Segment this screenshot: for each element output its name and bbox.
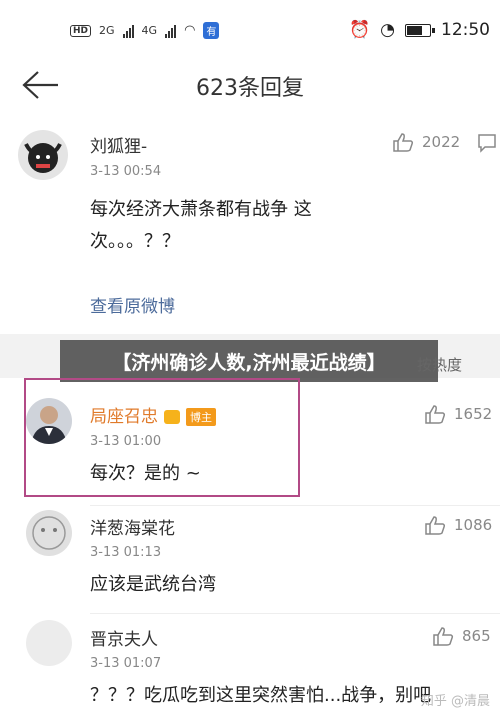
watermark: 知乎 @清晨 (420, 694, 490, 709)
alarm-icon: ⏰ (348, 20, 371, 40)
like-count: 865 (462, 627, 491, 645)
thumbs-up-icon (433, 627, 454, 646)
battery-icon (405, 23, 435, 37)
comment-text-line-1: 每次经济大萧条都有战争 这 (90, 199, 312, 220)
highlight-box (24, 378, 300, 497)
thumbs-up-icon (425, 405, 446, 424)
signal-icon-2 (165, 24, 177, 38)
comment-time: 3-13 01:07 (90, 656, 162, 671)
status-bar: HD 2G 4G ◠ 有 ⏰ ◔ 12:50 (0, 0, 500, 60)
like-count: 2022 (422, 133, 461, 151)
status-right: ⏰ ◔ 12:50 (349, 20, 490, 40)
divider (90, 505, 500, 506)
like-button[interactable]: 865 (432, 626, 491, 646)
bull-avatar-icon (24, 143, 62, 173)
divider (90, 613, 500, 614)
page-title: 623条回复 (196, 76, 304, 101)
comment-text-line-2: 次。。。？？ (90, 231, 180, 252)
hd-indicator: HD (70, 24, 92, 37)
thumbs-up-icon (425, 516, 446, 535)
comment-text: 应该是武统台湾 (90, 574, 216, 595)
author-name[interactable]: 洋葱海棠花 (90, 514, 175, 539)
avatar[interactable] (18, 130, 68, 180)
clock-time: 12:50 (441, 20, 490, 40)
network-2g: 2G (99, 24, 115, 37)
sort-by-hot[interactable]: 按热度 (417, 354, 462, 375)
avatar[interactable] (26, 510, 72, 556)
signal-icon (122, 24, 134, 38)
wifi-icon: ◠ (184, 23, 196, 38)
comment-time: 3-13 01:13 (90, 545, 162, 560)
doodle-avatar-icon (32, 516, 66, 550)
thumbs-up-icon (393, 133, 414, 152)
navbar: 623条回复 (0, 60, 500, 110)
author-name[interactable]: 刘狐狸- (90, 132, 147, 157)
network-4g: 4G (141, 24, 158, 37)
comment-time: 3-13 00:54 (90, 164, 162, 179)
like-button[interactable]: 1652 (424, 404, 492, 424)
view-original-link[interactable]: 查看原微博 (90, 292, 175, 317)
app-notification-icon: 有 (203, 22, 220, 39)
like-button[interactable]: 1086 (424, 515, 492, 535)
top-comment: 刘狐狸- 3-13 00:54 2022 每次经济大萧条都有战争 这 次。。。？… (0, 112, 500, 334)
comment-text: 每次经济大萧条都有战争 这 次。。。？？ (90, 194, 312, 258)
like-count: 1652 (454, 405, 493, 423)
title-banner: 【济州确诊人数,济州最近战绩】 (60, 340, 438, 382)
status-left: HD 2G 4G ◠ 有 (70, 22, 220, 39)
author-name[interactable]: 晋京夫人 (90, 625, 158, 650)
comment-text: ？？？吃瓜吃到这里突然害怕...战争，别吧 (90, 685, 432, 706)
like-count: 1086 (454, 516, 493, 534)
comment-icon[interactable] (476, 132, 498, 154)
speedometer-icon: ◔ (380, 20, 395, 40)
avatar[interactable] (26, 620, 72, 666)
like-button[interactable]: 2022 (392, 132, 460, 152)
